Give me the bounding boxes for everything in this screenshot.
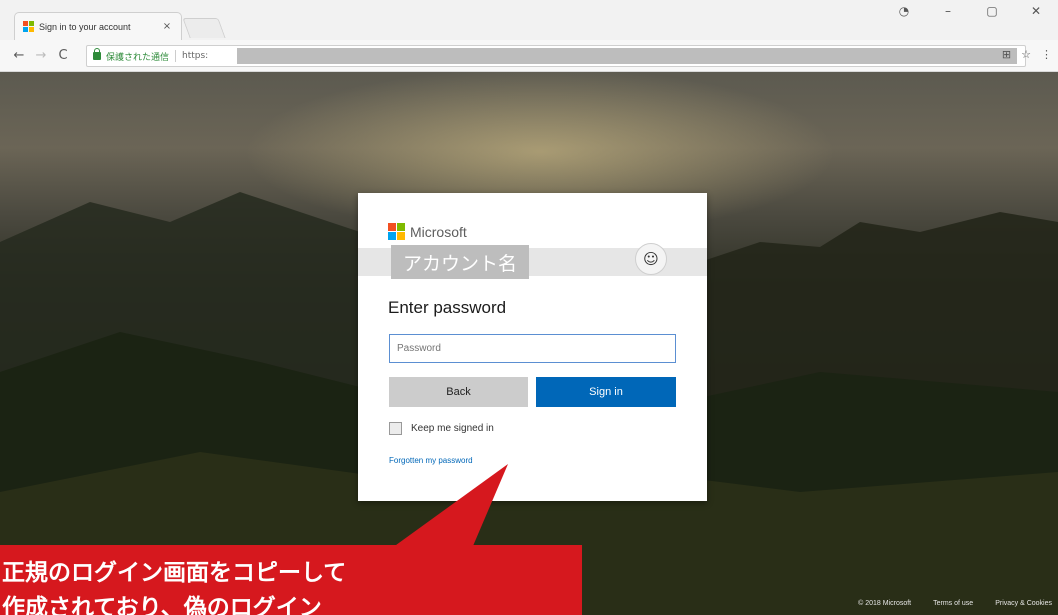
annotation-callout: 正規のログイン画面をコピーして 作成されており、偽のログイン — [0, 545, 582, 615]
tab-close-icon[interactable]: × — [161, 21, 173, 32]
brand-name: Microsoft — [410, 223, 467, 240]
back-arrow-icon[interactable]: ← — [8, 45, 30, 67]
star-icon[interactable]: ☆ — [1021, 48, 1031, 61]
address-bar[interactable]: 保護された通信 https: — [86, 45, 1026, 67]
minimize-button[interactable]: – — [926, 0, 970, 22]
keep-signed-in-checkbox[interactable] — [389, 422, 402, 435]
terms-link[interactable]: Terms of use — [933, 600, 973, 607]
privacy-link[interactable]: Privacy & Cookies — [995, 600, 1052, 607]
secure-connection-label: 保護された通信 — [106, 52, 170, 63]
url-text: https: — [182, 51, 209, 61]
tab-title: Sign in to your account — [39, 21, 131, 32]
account-circle-icon[interactable]: ◔ — [882, 0, 926, 22]
new-tab-button[interactable] — [182, 18, 226, 38]
close-window-button[interactable]: ✕ — [1014, 0, 1058, 22]
browser-toolbar: ← → C 保護された通信 https: ⊞ ☆ ⋮ — [0, 40, 1058, 72]
url-redaction — [237, 48, 1017, 64]
keep-signed-in-row: Keep me signed in — [389, 422, 494, 435]
microsoft-logo: Microsoft — [388, 223, 467, 240]
account-name-label: アカウント名 — [391, 245, 529, 279]
window-controls: ◔ – ▢ ✕ — [882, 0, 1058, 22]
browser-tab-bar: Sign in to your account × ◔ – ▢ ✕ — [0, 0, 1058, 40]
microsoft-favicon-icon — [23, 21, 34, 32]
browser-tab[interactable]: Sign in to your account × — [14, 12, 182, 40]
login-dialog: Microsoft アカウント名 ☺ Enter password Back S… — [358, 193, 707, 501]
omnibox-divider — [175, 50, 177, 62]
maximize-button[interactable]: ▢ — [970, 0, 1014, 22]
microsoft-logo-icon — [388, 223, 405, 240]
password-input[interactable] — [389, 334, 676, 363]
forward-arrow-icon[interactable]: → — [30, 45, 52, 67]
callout-line-2: 作成されており、偽のログイン — [2, 595, 322, 615]
dialog-heading: Enter password — [388, 298, 507, 317]
sign-in-button[interactable]: Sign in — [536, 377, 676, 407]
forgot-password-link[interactable]: Forgotten my password — [389, 456, 473, 465]
callout-line-1: 正規のログイン画面をコピーして — [2, 560, 347, 586]
lock-icon — [93, 48, 101, 60]
keep-signed-in-label: Keep me signed in — [411, 423, 494, 434]
toolbar-actions: ⊞ ☆ ⋮ — [1002, 48, 1052, 61]
translate-icon[interactable]: ⊞ — [1002, 48, 1011, 61]
user-avatar-icon: ☺ — [635, 243, 667, 275]
reload-icon[interactable]: C — [52, 45, 74, 67]
menu-icon[interactable]: ⋮ — [1041, 48, 1052, 61]
copyright-text: © 2018 Microsoft — [858, 600, 912, 607]
page-footer: © 2018 Microsoft Terms of use Privacy & … — [858, 600, 1052, 607]
back-button[interactable]: Back — [389, 377, 528, 407]
